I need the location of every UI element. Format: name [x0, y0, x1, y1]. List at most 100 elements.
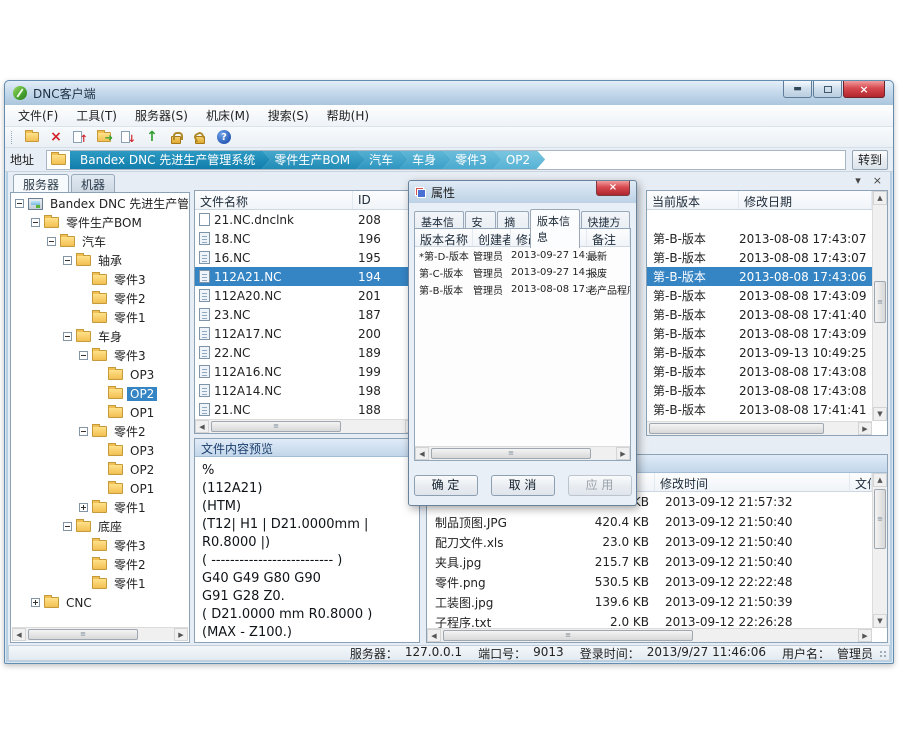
version-row[interactable]: 第-B-版本2013-09-13 10:49:25 — [647, 343, 872, 362]
attachments-vertical-scrollbar[interactable]: ▲ ▼ ≡ — [872, 473, 887, 628]
file-row[interactable]: 16.NC195 — [195, 248, 419, 267]
tree-item-root[interactable]: Bandex DNC 先进生产管理系统 — [12, 194, 188, 213]
menu-file[interactable]: 文件(F) — [9, 105, 67, 126]
tree-item[interactable]: 零件2 — [12, 289, 188, 308]
menu-server[interactable]: 服务器(S) — [126, 105, 197, 126]
delete-icon[interactable]: × — [48, 129, 64, 145]
tree-item[interactable]: 零件2 — [12, 422, 188, 441]
tree-item[interactable]: 汽车 — [12, 232, 188, 251]
scrollbar-thumb[interactable]: ≡ — [443, 630, 693, 641]
tree-item[interactable]: OP1 — [12, 479, 188, 498]
tree-item[interactable]: 零件1 — [12, 308, 188, 327]
maximize-button[interactable] — [813, 81, 842, 98]
column-modified-date[interactable]: 修改日期 — [739, 191, 872, 209]
collapse-icon[interactable] — [47, 237, 56, 246]
file-list-horizontal-scrollbar[interactable]: ◀ ▶ ≡ — [195, 419, 419, 433]
attachment-row[interactable]: 夹具.jpg215.7 KB2013-09-12 21:50:40 — [427, 552, 872, 572]
send-to-icon[interactable]: ➜ — [96, 129, 112, 145]
column-version-name[interactable]: 版本名称 — [415, 229, 473, 246]
tab-machine[interactable]: 机器 — [71, 174, 115, 192]
version-row[interactable]: 第-B-版本2013-08-08 17:43:08 — [647, 362, 872, 381]
tree-item[interactable]: 零件3 — [12, 346, 188, 365]
attachment-row[interactable]: 工装图.jpg139.6 KB2013-09-12 21:50:39 — [427, 592, 872, 612]
tree-item[interactable]: OP1 — [12, 403, 188, 422]
scroll-left-arrow[interactable]: ◀ — [195, 420, 209, 433]
tree-horizontal-scrollbar[interactable]: ◀ ▶ ≡ — [12, 627, 188, 641]
version-row[interactable]: 第-B-版本2013-08-08 17:41:40 — [647, 305, 872, 324]
cancel-button[interactable]: 取 消 — [491, 475, 555, 496]
version-row[interactable]: 第-B-版本2013-08-08 17:43:07 — [647, 229, 872, 248]
menu-tools[interactable]: 工具(T) — [67, 105, 126, 126]
title-bar[interactable]: DNC客户端 ▬ × — [5, 81, 893, 105]
version-list-vertical-scrollbar[interactable]: ▲ ▼ ≡ — [872, 191, 887, 421]
version-list-horizontal-scrollbar[interactable]: ▶ — [647, 421, 872, 435]
attachment-row[interactable]: 制品顶图.JPG420.4 KB2013-09-12 21:50:40 — [427, 512, 872, 532]
tab-server[interactable]: 服务器 — [13, 174, 69, 192]
tree-item[interactable]: 零件生产BOM — [12, 213, 188, 232]
tree-item[interactable]: OP3 — [12, 441, 188, 460]
collapse-icon[interactable] — [63, 332, 72, 341]
scrollbar-thumb[interactable]: ≡ — [28, 629, 138, 640]
tree-item[interactable]: 零件1 — [12, 574, 188, 593]
check-out-icon[interactable]: ↓ — [120, 129, 136, 145]
file-row[interactable]: 112A14.NC198 — [195, 381, 419, 400]
version-row[interactable] — [647, 210, 872, 229]
close-button[interactable]: × — [843, 81, 885, 98]
file-row[interactable]: 18.NC196 — [195, 229, 419, 248]
scrollbar-thumb[interactable]: ≡ — [874, 281, 886, 323]
dialog-title-bar[interactable]: 属性 × — [409, 181, 636, 203]
version-row[interactable]: 第-B-版本2013-08-08 17:43:09 — [647, 324, 872, 343]
collapse-icon[interactable] — [63, 256, 72, 265]
tree-item[interactable]: OP2 — [12, 460, 188, 479]
tree-item[interactable]: 轴承 — [12, 251, 188, 270]
collapse-icon[interactable] — [79, 427, 88, 436]
scrollbar-thumb[interactable]: ≡ — [874, 489, 886, 549]
tree-item[interactable]: 底座 — [12, 517, 188, 536]
version-table-row[interactable]: 第-C-版本管理员2013-09-27 14:...报废 — [415, 264, 630, 281]
scroll-up-arrow[interactable]: ▲ — [873, 191, 887, 205]
toolbar-grip[interactable] — [11, 131, 14, 144]
file-row[interactable]: 112A17.NC200 — [195, 324, 419, 343]
collapse-icon[interactable] — [63, 522, 72, 531]
scrollbar-thumb[interactable]: ≡ — [431, 448, 591, 459]
version-table-row[interactable]: *第-D-版本管理员2013-09-27 14:...最新 — [415, 247, 630, 264]
breadcrumb-root[interactable]: Bandex DNC 先进生产管理系统 — [70, 150, 270, 170]
scroll-left-arrow[interactable]: ◀ — [415, 447, 429, 460]
file-row[interactable]: 22.NC189 — [195, 343, 419, 362]
file-row-selected[interactable]: 112A21.NC194 — [195, 267, 419, 286]
scroll-down-arrow[interactable]: ▼ — [873, 614, 887, 628]
scroll-right-arrow[interactable]: ▶ — [858, 629, 872, 642]
column-modified-time[interactable]: 修改时间 — [655, 473, 850, 491]
expand-icon[interactable] — [79, 503, 88, 512]
file-row[interactable]: 21.NC.dnclnk208 — [195, 210, 419, 229]
tree-item[interactable]: 零件3 — [12, 536, 188, 555]
menu-help[interactable]: 帮助(H) — [318, 105, 378, 126]
menu-search[interactable]: 搜索(S) — [259, 105, 318, 126]
address-input[interactable]: Bandex DNC 先进生产管理系统 零件生产BOM 汽车 车身 零件3 OP… — [46, 150, 846, 170]
expand-icon[interactable] — [31, 598, 40, 607]
go-button[interactable]: 转到 — [852, 150, 888, 170]
ok-button[interactable]: 确 定 — [414, 475, 478, 496]
version-row[interactable]: 第-B-版本2013-08-08 17:43:09 — [647, 286, 872, 305]
panel-close-icon[interactable]: × — [873, 174, 882, 187]
version-table-row[interactable]: 第-B-版本管理员2013-08-08 17:...老产品程序 — [415, 281, 630, 298]
tab-version-info[interactable]: 版本信息 — [530, 209, 580, 248]
lock-icon[interactable] — [168, 129, 184, 145]
scroll-left-arrow[interactable]: ◀ — [427, 629, 441, 642]
scroll-down-arrow[interactable]: ▼ — [873, 407, 887, 421]
attachment-row[interactable]: 配刀文件.xls23.0 KB2013-09-12 21:50:40 — [427, 532, 872, 552]
new-folder-icon[interactable] — [24, 129, 40, 145]
scroll-right-arrow[interactable]: ▶ — [616, 447, 630, 460]
attachment-row[interactable]: 零件.png530.5 KB2013-09-12 22:22:48 — [427, 572, 872, 592]
breadcrumb-bom[interactable]: 零件生产BOM — [261, 150, 365, 170]
tree-item-op2-selected[interactable]: OP2 — [12, 384, 188, 403]
column-note[interactable]: 备注 — [587, 229, 630, 246]
file-row[interactable]: 21.NC188 — [195, 400, 419, 419]
version-row[interactable]: 第-B-版本2013-08-08 17:41:41 — [647, 400, 872, 419]
check-in-icon[interactable]: ↑ — [72, 129, 88, 145]
collapse-icon[interactable] — [15, 199, 24, 208]
dialog-close-button[interactable]: × — [596, 181, 630, 196]
tree-item[interactable]: 零件1 — [12, 498, 188, 517]
help-icon[interactable]: ? — [216, 129, 232, 145]
tree-item-cnc[interactable]: CNC — [12, 593, 188, 612]
